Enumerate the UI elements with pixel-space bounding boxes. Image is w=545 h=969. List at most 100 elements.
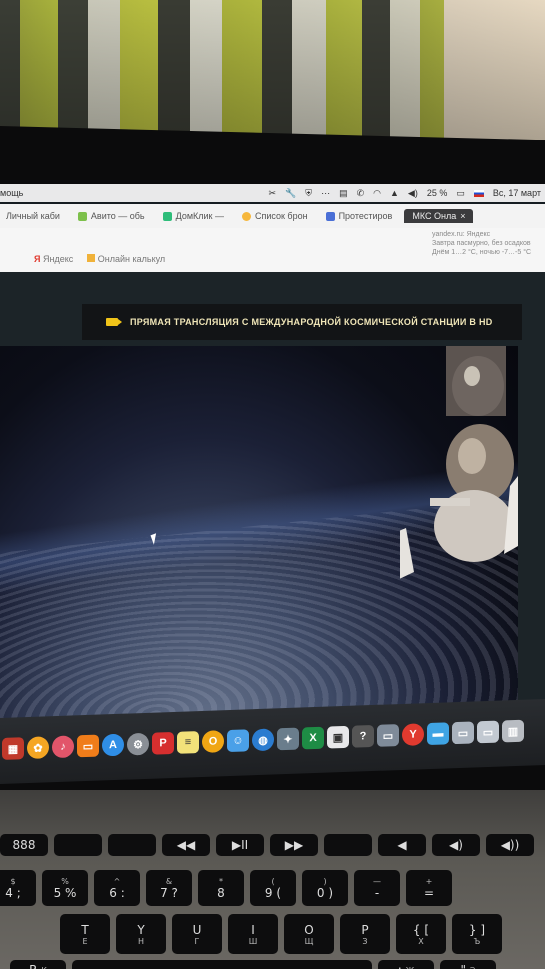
key-bottom: 0 ) <box>316 885 334 900</box>
weather-source[interactable]: yandex.ru: Яндекс <box>432 230 545 239</box>
video-camera-icon <box>106 318 122 326</box>
wifi-icon[interactable]: ◠ <box>373 188 381 199</box>
key-bottom: P <box>361 922 369 937</box>
menu-help[interactable]: мощь <box>0 188 23 198</box>
bookmark-item[interactable]: Личный каби <box>0 211 66 221</box>
key-top: Ш <box>248 936 258 946</box>
close-icon[interactable]: × <box>460 211 465 221</box>
key-minus[interactable]: — - <box>354 870 400 906</box>
key-top: Е <box>82 936 88 946</box>
globe-icon[interactable]: ◍ <box>252 728 274 752</box>
phone-icon[interactable]: ✆ <box>357 188 365 199</box>
wrench-icon[interactable]: 🔧 <box>285 188 296 199</box>
contacts-icon[interactable]: ☺ <box>227 729 249 753</box>
key-7[interactable]: & 7 ? <box>146 870 192 906</box>
bookmark-item[interactable]: Авито — обь <box>72 211 151 221</box>
key[interactable]: ◀ <box>378 834 426 856</box>
shield-icon[interactable]: ⛨ <box>305 188 312 199</box>
bookmark-item[interactable]: Протестиров <box>320 211 399 221</box>
weather-popup: yandex.ru: Яндекс Завтра пасмурно, без о… <box>432 230 545 257</box>
key-quote[interactable]: " Э <box>440 960 496 969</box>
help-icon[interactable]: ? <box>352 724 374 748</box>
tools-icon[interactable]: ✦ <box>277 727 299 751</box>
key[interactable] <box>72 960 372 969</box>
menubar-datetime[interactable]: Вс, 17 март <box>493 188 541 198</box>
tab-active[interactable]: МКС Онла × <box>404 209 474 223</box>
key-bottom: O <box>304 922 314 937</box>
domclick-icon <box>162 211 172 221</box>
key[interactable]: 888 <box>0 834 48 856</box>
menubar-status-area: ✂ 🔧 ⛨ ⋯ ▤ ✆ ◠ ▲ ◀) 25 % ▭ Вс, 17 март <box>269 188 545 199</box>
photos-icon[interactable]: ✿ <box>27 736 49 760</box>
key[interactable] <box>324 834 372 856</box>
opera-icon[interactable]: O <box>202 730 224 753</box>
battery-icon[interactable]: ▭ <box>456 188 465 199</box>
books-icon[interactable]: ▭ <box>77 734 99 758</box>
system-preferences-icon[interactable]: ⚙ <box>127 732 149 756</box>
trash-icon[interactable]: ▥ <box>502 719 524 743</box>
calculator-icon <box>87 254 96 262</box>
key-y[interactable]: YН <box>116 914 166 954</box>
key-i[interactable]: IШ <box>228 914 278 954</box>
excel-icon[interactable]: X <box>302 726 324 750</box>
key[interactable]: ◀) <box>432 834 480 856</box>
key-top: & <box>165 876 173 886</box>
flag-ru-icon[interactable] <box>473 189 484 197</box>
appstore-icon[interactable]: A <box>102 733 124 757</box>
key-top: ( <box>271 876 275 886</box>
bookmarks-bar: Личный каби Авито — обь ДомКлик — Список… <box>0 204 545 228</box>
key-p[interactable]: PЗ <box>340 914 390 954</box>
bookmark-yandex[interactable]: Я Яндекс <box>0 254 73 264</box>
window-icon[interactable]: ▭ <box>452 721 474 745</box>
key-equal[interactable]: + = <box>406 870 452 906</box>
bookmark-calculator[interactable]: Онлайн калькул <box>87 254 165 264</box>
key-r[interactable]: R К <box>10 960 66 969</box>
key-bracket-left[interactable]: { [Х <box>396 914 446 954</box>
key-semicolon[interactable]: : Ж <box>378 960 434 969</box>
itunes-icon[interactable]: ♪ <box>52 735 74 759</box>
key-bottom: { [ <box>412 922 430 937</box>
bookmark-label: Авито — обь <box>90 211 145 221</box>
key-0[interactable]: ) 0 ) <box>302 870 348 906</box>
volume-icon[interactable]: ◀) <box>408 188 418 199</box>
key-o[interactable]: OЩ <box>284 914 334 954</box>
battery-percent[interactable]: 25 % <box>427 188 448 198</box>
window-icon[interactable]: ▭ <box>477 720 499 744</box>
photobooth-icon[interactable]: ▦ <box>2 737 24 760</box>
key-bracket-right[interactable]: } ] Ъ <box>452 914 502 954</box>
key-u[interactable]: UГ <box>172 914 222 954</box>
key-4[interactable]: $4 ; <box>0 870 36 906</box>
keyboard-row-qwerty: TЕ YН UГ IШ OЩ PЗ { [Х } ] Ъ <box>60 914 502 954</box>
notes-icon[interactable]: ≡ <box>177 731 199 754</box>
key-6[interactable]: ^ 6 : <box>94 870 140 906</box>
more-icon[interactable]: ⋯ <box>321 188 330 199</box>
airplay-icon[interactable]: ▲ <box>390 188 399 198</box>
bookmark-item[interactable]: Список брон <box>236 211 314 221</box>
key-bottom: 8 <box>217 885 225 900</box>
key[interactable]: ◀◀ <box>162 834 210 856</box>
screen-icon[interactable]: ▭ <box>377 724 399 747</box>
folder-icon[interactable]: ▬ <box>427 722 449 746</box>
key[interactable]: ▶II <box>216 834 264 856</box>
key[interactable] <box>54 834 102 856</box>
key[interactable] <box>108 834 156 856</box>
key[interactable]: ◀)) <box>486 834 534 856</box>
key-9[interactable]: (9 ( <box>250 870 296 906</box>
key-top: Х <box>418 936 424 946</box>
tab-label: МКС Онла <box>412 211 457 221</box>
key-bottom: I <box>251 922 255 937</box>
key-bottom: 5 % <box>53 885 77 900</box>
key-8[interactable]: * 8 <box>198 870 244 906</box>
key[interactable]: ▶▶ <box>270 834 318 856</box>
yandex-browser-icon[interactable]: Y <box>402 723 424 746</box>
key-top: Э <box>470 966 476 969</box>
tool-icon[interactable]: ✂ <box>269 188 277 199</box>
bookmark-item[interactable]: ДомКлик — <box>157 211 230 221</box>
preview-icon[interactable]: ▣ <box>327 725 349 749</box>
pdf-icon[interactable]: P <box>152 731 174 755</box>
key-5[interactable]: % 5 % <box>42 870 88 906</box>
key-bottom: 6 : <box>109 885 125 900</box>
calendar-icon[interactable]: ▤ <box>339 188 348 199</box>
live-video-player[interactable] <box>0 346 518 720</box>
key-t[interactable]: TЕ <box>60 914 110 954</box>
